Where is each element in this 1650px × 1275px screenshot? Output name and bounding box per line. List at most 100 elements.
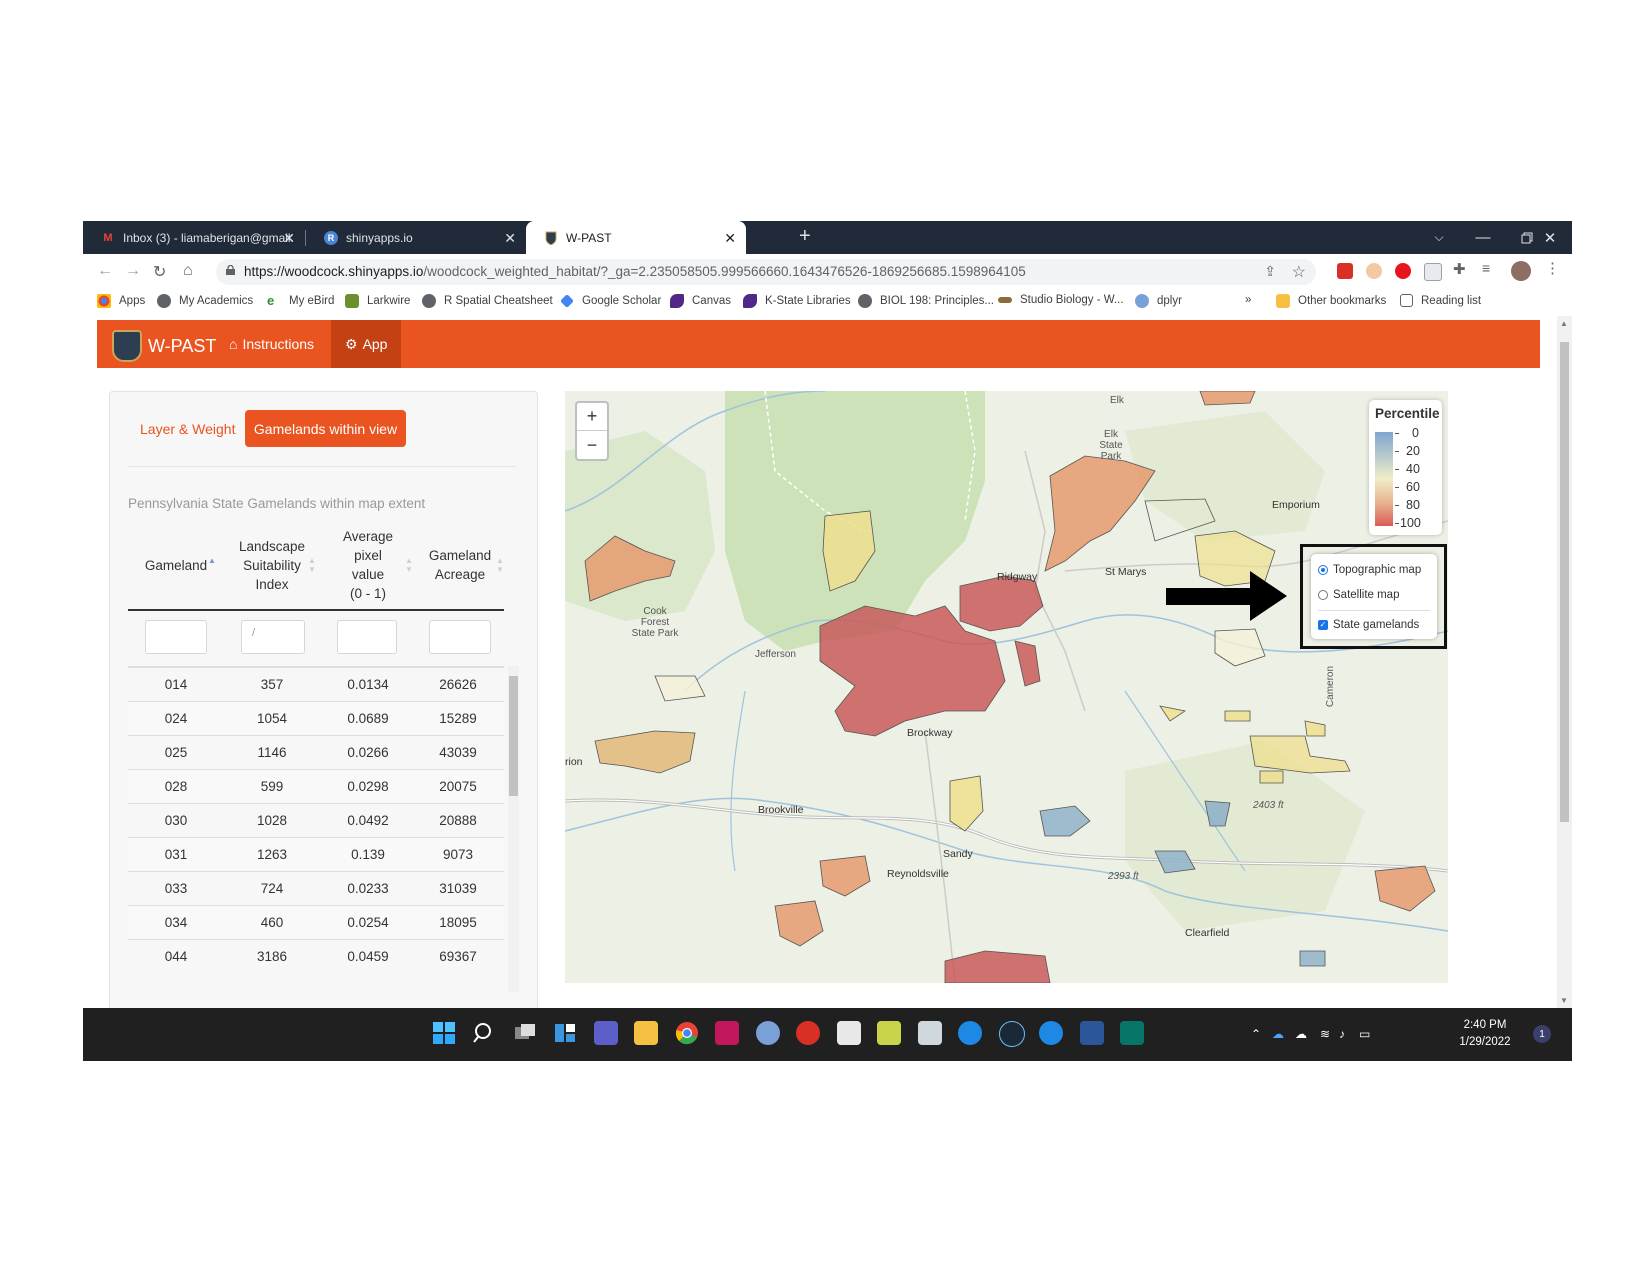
- extension-icon[interactable]: [1366, 263, 1382, 279]
- word-icon[interactable]: [1080, 1021, 1104, 1045]
- close-icon[interactable]: ✕: [283, 230, 295, 247]
- chrome-icon[interactable]: [675, 1021, 699, 1045]
- nav-app[interactable]: ⚙ App: [331, 320, 401, 368]
- bookmark-biol198[interactable]: BIOL 198: Principles...: [858, 294, 994, 308]
- lotek-icon[interactable]: [837, 1021, 861, 1045]
- app-icon[interactable]: [1039, 1021, 1063, 1045]
- gameland-polygon[interactable]: [1159, 705, 1187, 722]
- lotek-app-icon[interactable]: [877, 1021, 901, 1045]
- reading-list-button[interactable]: Reading list: [1400, 294, 1481, 307]
- tab-gmail[interactable]: M Inbox (3) - liamaberigan@gmail.c ✕: [83, 221, 305, 254]
- leaflet-map[interactable]: Elk Elk State Park Emporium St Marys Rid…: [565, 391, 1448, 983]
- table-row[interactable]: 044 3186 0.0459 69367: [128, 939, 504, 974]
- table-row[interactable]: 024 1054 0.0689 15289: [128, 701, 504, 736]
- home-icon[interactable]: ⌂: [183, 262, 193, 280]
- table-scrollbar[interactable]: [508, 666, 519, 992]
- bookmark-other[interactable]: Other bookmarks: [1276, 294, 1386, 308]
- column-header-acreage[interactable]: Gameland Acreage ▲ ▼: [416, 520, 504, 610]
- gameland-polygon[interactable]: [1214, 628, 1266, 667]
- bookmark-kstate-libraries[interactable]: K-State Libraries: [743, 294, 851, 308]
- tab-search-icon[interactable]: ⌵: [1417, 221, 1461, 254]
- bookmark-canvas[interactable]: Canvas: [670, 294, 731, 308]
- scrollbar-thumb[interactable]: [1560, 342, 1569, 822]
- close-icon[interactable]: ✕: [724, 230, 736, 247]
- gameland-polygon[interactable]: [1259, 770, 1284, 784]
- gameland-polygon[interactable]: [1304, 720, 1326, 737]
- nav-instructions[interactable]: ⌂ Instructions: [215, 320, 328, 368]
- minimize-button[interactable]: —: [1461, 221, 1505, 254]
- table-row[interactable]: 028 599 0.0298 20075: [128, 769, 504, 804]
- bookmark-my-ebird[interactable]: e My eBird: [267, 294, 334, 308]
- onedrive-icon[interactable]: ☁: [1272, 1027, 1284, 1041]
- puzzle-icon[interactable]: ✚: [1453, 260, 1469, 278]
- zotero-icon[interactable]: [796, 1021, 820, 1045]
- r-icon[interactable]: [756, 1021, 780, 1045]
- new-tab-button[interactable]: +: [799, 225, 811, 248]
- filter-gameland-input[interactable]: [145, 620, 207, 654]
- file-explorer-icon[interactable]: [634, 1021, 658, 1045]
- volume-icon[interactable]: ♪: [1339, 1027, 1345, 1041]
- chevron-up-icon[interactable]: ⌃: [1251, 1027, 1261, 1041]
- battery-icon[interactable]: ▭: [1359, 1027, 1370, 1041]
- tab-wpast[interactable]: W-PAST ✕: [526, 221, 746, 254]
- gameland-polygon[interactable]: [1039, 805, 1091, 837]
- gameland-polygon-014[interactable]: [1194, 530, 1276, 587]
- gameland-polygon[interactable]: [1224, 710, 1251, 722]
- kebab-menu-icon[interactable]: ⋮: [1545, 259, 1561, 277]
- onedrive-icon[interactable]: ☁: [1295, 1027, 1307, 1041]
- app-icon[interactable]: [958, 1021, 982, 1045]
- back-arrow-icon[interactable]: ←: [97, 262, 113, 280]
- gameland-polygon-030[interactable]: [1199, 391, 1256, 406]
- tab-layer-weight[interactable]: Layer & Weight: [140, 421, 235, 437]
- steam-icon[interactable]: [999, 1021, 1025, 1047]
- gameland-polygon-031[interactable]: [774, 900, 824, 947]
- bookmark-google-scholar[interactable]: Google Scholar: [560, 294, 661, 308]
- mendeley-icon[interactable]: [715, 1021, 739, 1045]
- zoom-out-button[interactable]: −: [577, 431, 607, 459]
- media-queue-icon[interactable]: ≡: [1482, 260, 1498, 276]
- wifi-icon[interactable]: ≋: [1320, 1027, 1330, 1041]
- column-header-gameland[interactable]: Gameland ▲: [128, 520, 224, 610]
- document-extension-icon[interactable]: [1424, 263, 1442, 281]
- url-field[interactable]: https://woodcock.shinyapps.io/woodcock_w…: [216, 259, 1316, 285]
- close-icon[interactable]: ✕: [504, 230, 516, 247]
- gameland-polygon-034[interactable]: [1249, 735, 1351, 774]
- bookmark-apps[interactable]: Apps: [97, 294, 145, 308]
- notification-badge[interactable]: 1: [1533, 1025, 1551, 1043]
- close-window-button[interactable]: ✕: [1528, 221, 1572, 254]
- scrollbar-thumb[interactable]: [509, 676, 518, 796]
- tab-shinyapps[interactable]: R shinyapps.io ✕: [306, 221, 526, 254]
- column-header-lsi[interactable]: Landscape Suitability Index ▲ ▼: [224, 520, 320, 610]
- bookmark-larkwire[interactable]: Larkwire: [345, 294, 410, 308]
- windows-start-icon[interactable]: [432, 1021, 456, 1045]
- table-row[interactable]: 031 1263 0.139 9073: [128, 837, 504, 872]
- widgets-icon[interactable]: [553, 1021, 577, 1045]
- photos-icon[interactable]: [918, 1021, 942, 1045]
- taskbar-clock[interactable]: 2:40 PM 1/29/2022: [1451, 1017, 1519, 1051]
- gameland-polygon[interactable]: [1299, 950, 1326, 967]
- opera-extension-icon[interactable]: [1395, 263, 1411, 279]
- bookmarks-overflow-button[interactable]: »: [1245, 294, 1251, 306]
- reload-icon[interactable]: ↻: [153, 262, 166, 282]
- gameland-polygon[interactable]: [1374, 865, 1436, 912]
- filter-lsi-input[interactable]: /: [241, 620, 305, 654]
- page-scrollbar[interactable]: ▲ ▼: [1557, 316, 1572, 1008]
- search-icon[interactable]: [472, 1021, 496, 1045]
- bookmark-my-academics[interactable]: My Academics: [157, 294, 253, 308]
- app-brand[interactable]: W-PAST: [112, 330, 216, 362]
- table-row[interactable]: 025 1146 0.0266 43039: [128, 735, 504, 770]
- bookmark-star-icon[interactable]: ☆: [1292, 262, 1306, 282]
- gameland-polygon-040[interactable]: [959, 575, 1044, 632]
- bookmark-dplyr[interactable]: dplyr: [1135, 294, 1182, 308]
- table-row[interactable]: 014 357 0.0134 26626: [128, 667, 504, 702]
- gameland-polygon[interactable]: [944, 950, 1051, 983]
- teams-chat-icon[interactable]: [594, 1021, 618, 1045]
- avatar[interactable]: [1511, 261, 1531, 281]
- table-row[interactable]: 030 1028 0.0492 20888: [128, 803, 504, 838]
- gameland-polygon[interactable]: [949, 775, 984, 832]
- bookmark-r-spatial[interactable]: R Spatial Cheatsheet: [422, 294, 553, 308]
- publisher-icon[interactable]: [1120, 1021, 1144, 1045]
- column-header-avg-pixel[interactable]: Average pixel value (0 - 1) ▲ ▼: [320, 520, 416, 610]
- gameland-polygon[interactable]: [594, 730, 696, 774]
- table-row[interactable]: 034 460 0.0254 18095: [128, 905, 504, 940]
